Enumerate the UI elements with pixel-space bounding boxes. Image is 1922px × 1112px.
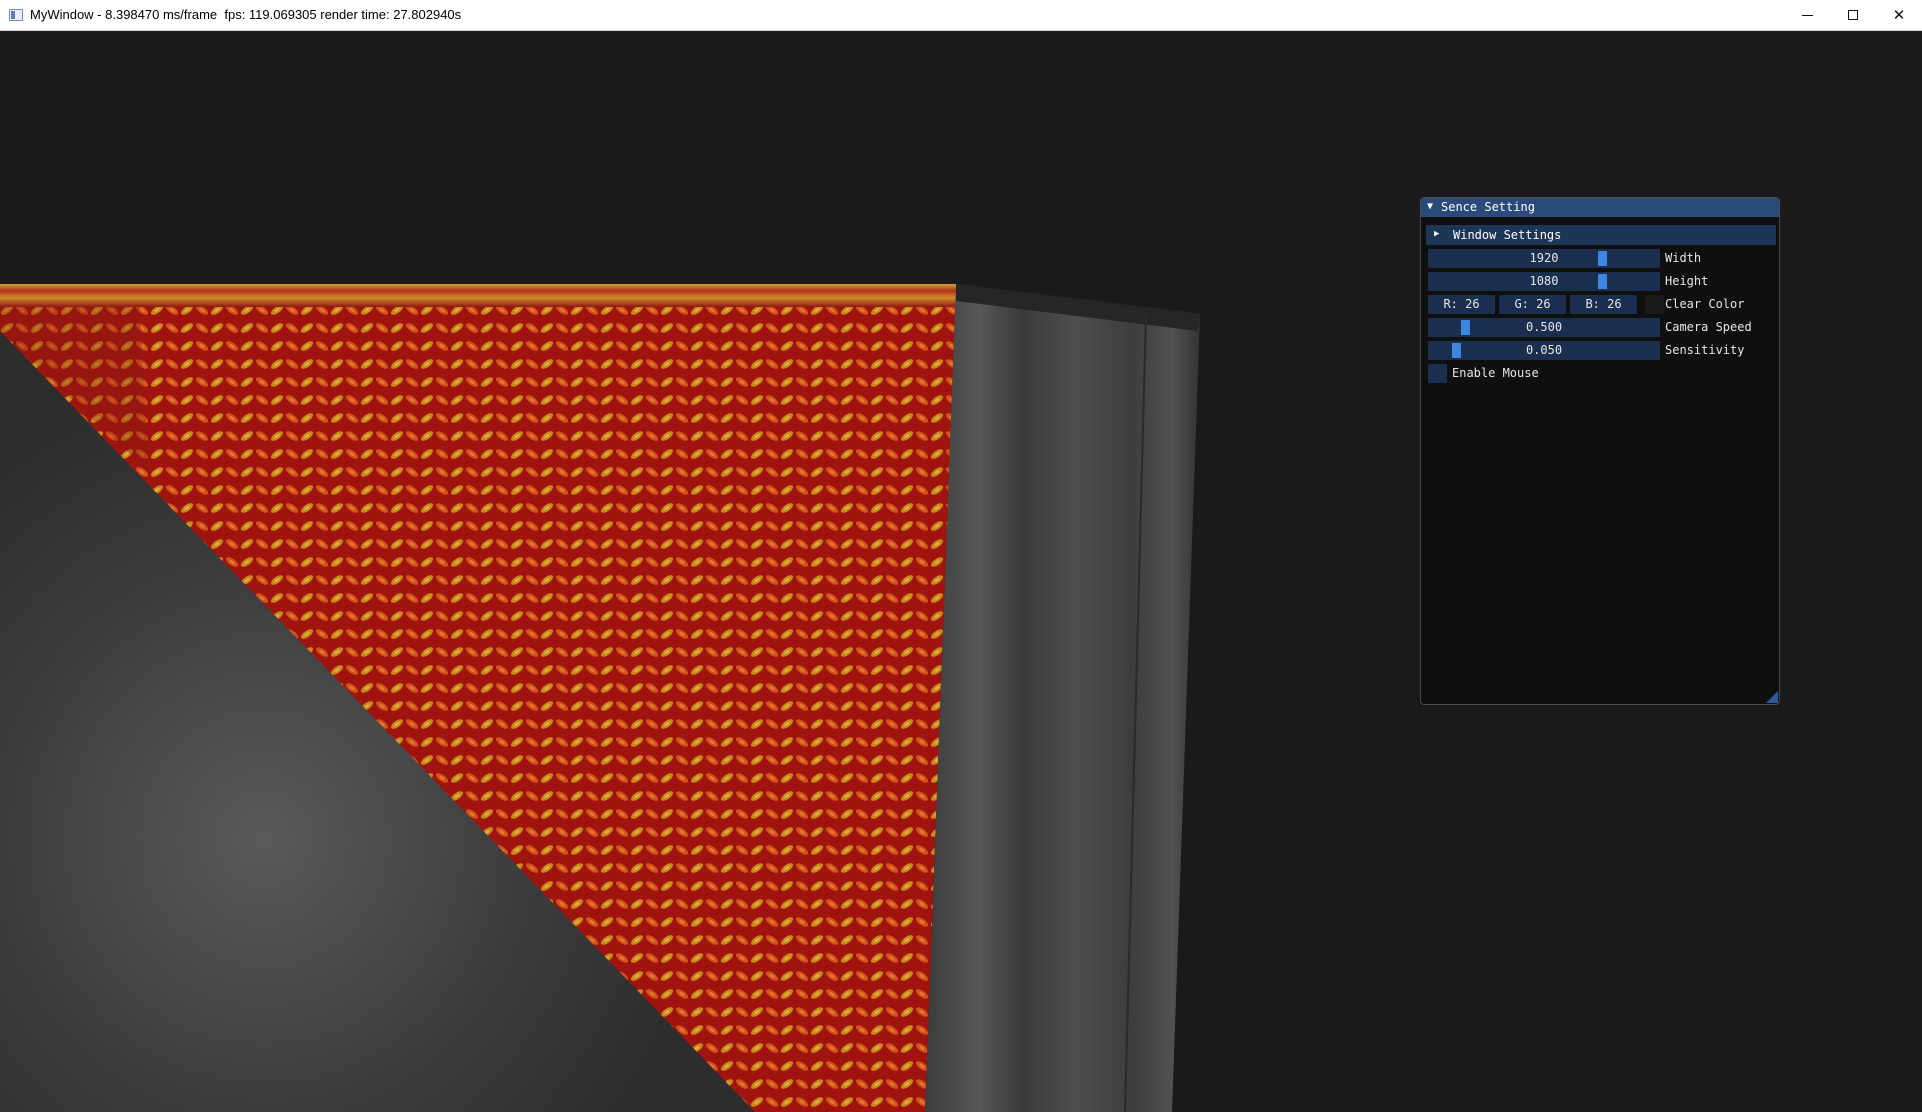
height-slider[interactable]: 1080: [1428, 272, 1660, 291]
close-button[interactable]: ✕: [1876, 0, 1922, 30]
maximize-icon: [1848, 10, 1858, 20]
height-label: Height: [1665, 274, 1709, 288]
clear-color-label: Clear Color: [1665, 297, 1745, 311]
enable-mouse-label: Enable Mouse: [1452, 366, 1539, 380]
window-title-bar[interactable]: MyWindow - 8.398470 ms/frame fps: 119.06…: [0, 0, 1922, 31]
scene-settings-panel[interactable]: ▼ Sence Setting ▶ Window Settings 1920 W…: [1420, 197, 1780, 705]
window-settings-label: Window Settings: [1453, 228, 1562, 242]
camera-speed-value: 0.500: [1525, 320, 1563, 334]
panel-title: Sence Setting: [1441, 200, 1535, 214]
enable-mouse-checkbox[interactable]: [1428, 364, 1447, 383]
expand-arrow-icon: ▶: [1434, 229, 1440, 239]
minimize-button[interactable]: [1784, 0, 1830, 30]
close-icon: ✕: [1892, 6, 1906, 24]
window-title: MyWindow - 8.398470 ms/frame fps: 119.06…: [30, 7, 462, 22]
clear-color-r-value: R: 26: [1443, 297, 1480, 311]
app-icon: [9, 9, 23, 21]
window-settings-header[interactable]: ▶ Window Settings: [1426, 225, 1776, 245]
clear-color-g-field[interactable]: G: 26: [1499, 295, 1566, 314]
clear-color-r-field[interactable]: R: 26: [1428, 295, 1495, 314]
minimize-icon: [1801, 14, 1813, 16]
panel-title-bar[interactable]: ▼ Sence Setting: [1421, 198, 1779, 217]
maximize-button[interactable]: [1830, 0, 1876, 30]
width-value: 1920: [1529, 251, 1559, 265]
width-slider[interactable]: 1920: [1428, 249, 1660, 268]
sensitivity-slider[interactable]: 0.050: [1428, 341, 1660, 360]
clear-color-swatch[interactable]: [1645, 295, 1664, 314]
render-viewport[interactable]: ▼ Sence Setting ▶ Window Settings 1920 W…: [0, 31, 1922, 1112]
height-value: 1080: [1529, 274, 1559, 288]
sensitivity-value: 0.050: [1525, 343, 1563, 357]
clear-color-b-field[interactable]: B: 26: [1570, 295, 1637, 314]
camera-speed-label: Camera Speed: [1665, 320, 1752, 334]
clear-color-b-value: B: 26: [1585, 297, 1622, 311]
resize-grip-icon[interactable]: [1766, 691, 1778, 703]
sensitivity-label: Sensitivity: [1665, 343, 1745, 357]
width-label: Width: [1665, 251, 1702, 265]
clear-color-g-value: G: 26: [1514, 297, 1551, 311]
collapse-arrow-icon[interactable]: ▼: [1427, 201, 1433, 212]
camera-speed-slider[interactable]: 0.500: [1428, 318, 1660, 337]
